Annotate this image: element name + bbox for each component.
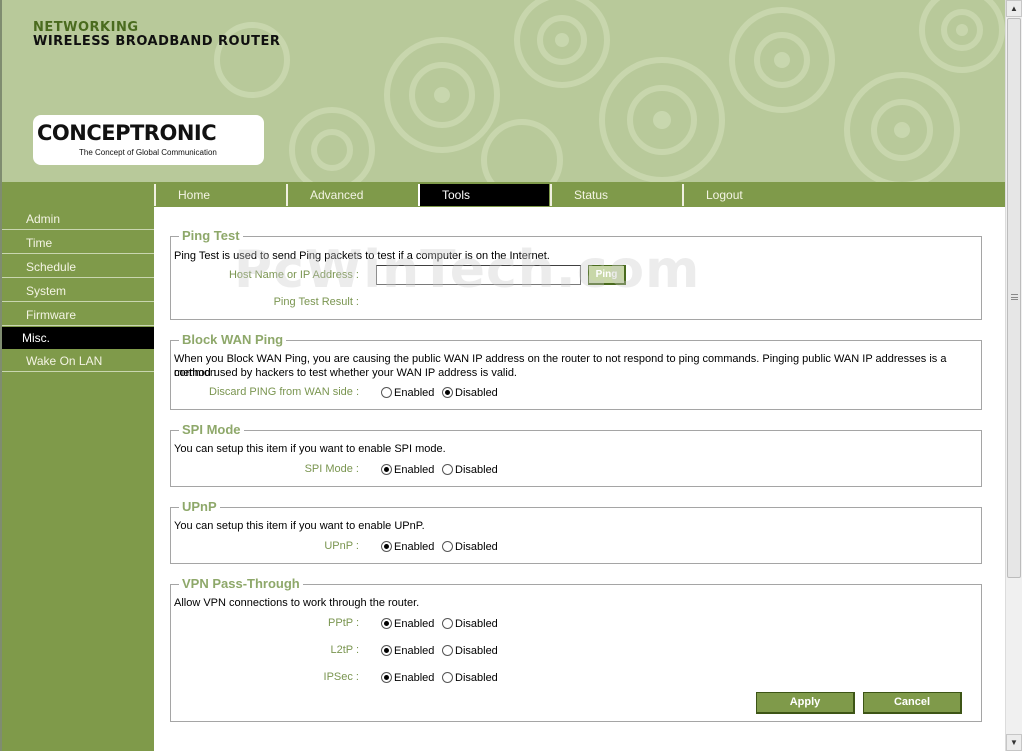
block-wan-ping-section: Block WAN Ping When you Block WAN Ping, …	[170, 332, 982, 410]
tab-status[interactable]: Status	[550, 184, 681, 206]
brand-line-networking: NETWORKING	[33, 20, 139, 35]
l2tp-enabled-label: Enabled	[394, 645, 435, 657]
ping-button[interactable]: Ping	[588, 265, 626, 285]
cancel-button[interactable]: Cancel	[863, 692, 962, 714]
upnp-disabled-label: Disabled	[455, 541, 498, 553]
ipsec-enabled-radio[interactable]	[381, 672, 392, 683]
apply-button[interactable]: Apply	[756, 692, 855, 714]
ping-result-label: Ping Test Result :	[273, 296, 359, 308]
sidebar-item-system[interactable]: System	[2, 280, 154, 302]
discard-ping-enabled-label: Enabled	[394, 387, 435, 399]
upnp-enabled-radio[interactable]	[381, 541, 392, 552]
vertical-scrollbar[interactable]: ▲ ▼	[1005, 0, 1022, 751]
ipsec-enabled-label: Enabled	[394, 672, 435, 684]
l2tp-disabled-label: Disabled	[455, 645, 498, 657]
tab-advanced[interactable]: Advanced	[286, 184, 417, 206]
page-header: NETWORKING WIRELESS BROADBAND ROUTER CON…	[2, 0, 1005, 182]
upnp-disabled-radio[interactable]	[442, 541, 453, 552]
l2tp-label: L2tP :	[330, 644, 359, 656]
tab-home[interactable]: Home	[154, 184, 285, 206]
upnp-label: UPnP :	[324, 540, 359, 552]
sidebar-item-wake-on-lan[interactable]: Wake On LAN	[2, 350, 154, 372]
conceptronic-logo: CONCEPTRONIC The Concept of Global Commu…	[33, 115, 264, 165]
host-input[interactable]	[376, 265, 581, 285]
discard-ping-label: Discard PING from WAN side :	[209, 386, 359, 398]
upnp-title: UPnP	[179, 499, 220, 514]
upnp-description: You can setup this item if you want to e…	[174, 520, 425, 532]
l2tp-disabled-radio[interactable]	[442, 645, 453, 656]
spi-mode-label: SPI Mode :	[304, 463, 359, 475]
pptp-disabled-radio[interactable]	[442, 618, 453, 629]
spi-disabled-radio[interactable]	[442, 464, 453, 475]
pptp-disabled-label: Disabled	[455, 618, 498, 630]
spi-enabled-label: Enabled	[394, 464, 435, 476]
upnp-enabled-label: Enabled	[394, 541, 435, 553]
scrollbar-grip-icon	[1011, 294, 1018, 300]
ipsec-disabled-radio[interactable]	[442, 672, 453, 683]
l2tp-enabled-radio[interactable]	[381, 645, 392, 656]
spi-disabled-label: Disabled	[455, 464, 498, 476]
upnp-section: UPnP You can setup this item if you want…	[170, 499, 982, 564]
router-admin-window: NETWORKING WIRELESS BROADBAND ROUTER CON…	[0, 0, 1005, 751]
discard-ping-enabled-radio[interactable]	[381, 387, 392, 398]
sidebar: Admin Time Schedule System Firmware Misc…	[2, 207, 154, 751]
logo-wordmark: CONCEPTRONIC	[37, 121, 217, 145]
vpn-description: Allow VPN connections to work through th…	[174, 597, 420, 609]
pptp-enabled-label: Enabled	[394, 618, 435, 630]
sidebar-item-time[interactable]: Time	[2, 232, 154, 254]
logo-tagline: The Concept of Global Communication	[79, 148, 217, 157]
ipsec-label: IPSec :	[323, 671, 359, 683]
vpn-passthrough-section: VPN Pass-Through Allow VPN connections t…	[170, 576, 982, 722]
spi-mode-section: SPI Mode You can setup this item if you …	[170, 422, 982, 487]
top-navigation: Home Advanced Tools Status Logout	[2, 182, 1005, 207]
scroll-down-icon[interactable]: ▼	[1006, 734, 1022, 751]
block-wan-ping-title: Block WAN Ping	[179, 332, 287, 347]
scroll-up-icon[interactable]: ▲	[1006, 0, 1022, 17]
tab-logout[interactable]: Logout	[682, 184, 813, 206]
discard-ping-disabled-label: Disabled	[455, 387, 498, 399]
ping-test-description: Ping Test is used to send Ping packets t…	[174, 250, 550, 262]
sidebar-item-misc[interactable]: Misc.	[2, 327, 154, 349]
vpn-title: VPN Pass-Through	[179, 576, 303, 591]
brand-line-product: WIRELESS BROADBAND ROUTER	[33, 34, 281, 49]
ping-test-title: Ping Test	[179, 228, 243, 243]
sidebar-item-schedule[interactable]: Schedule	[2, 256, 154, 278]
spi-mode-title: SPI Mode	[179, 422, 244, 437]
block-wan-ping-desc-line2: method used by hackers to test whether y…	[174, 367, 517, 379]
discard-ping-disabled-radio[interactable]	[442, 387, 453, 398]
scrollbar-thumb[interactable]	[1007, 18, 1021, 578]
sidebar-item-admin[interactable]: Admin	[2, 208, 154, 230]
sidebar-item-firmware[interactable]: Firmware	[2, 304, 154, 326]
tab-tools[interactable]: Tools	[418, 184, 549, 206]
pptp-label: PPtP :	[328, 617, 359, 629]
host-label: Host Name or IP Address :	[228, 269, 359, 281]
ipsec-disabled-label: Disabled	[455, 672, 498, 684]
spi-enabled-radio[interactable]	[381, 464, 392, 475]
pptp-enabled-radio[interactable]	[381, 618, 392, 629]
ping-test-section: Ping Test Ping Test is used to send Ping…	[170, 228, 982, 320]
spi-mode-description: You can setup this item if you want to e…	[174, 443, 446, 455]
